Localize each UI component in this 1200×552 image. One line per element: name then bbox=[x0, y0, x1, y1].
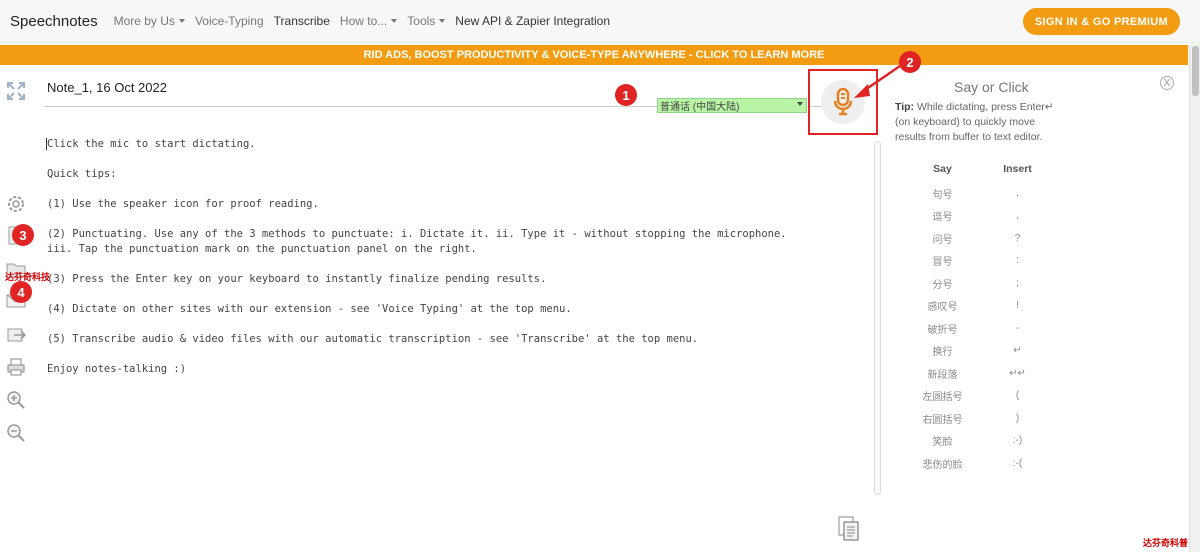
nav-item-label: Tools bbox=[407, 14, 436, 28]
editor-scrollbar[interactable] bbox=[874, 141, 881, 495]
punctuation-insert: ; bbox=[1016, 277, 1019, 289]
watermark-text: 达芬奇科技 bbox=[5, 273, 51, 283]
punctuation-insert: :-( bbox=[1012, 457, 1023, 469]
punctuation-row[interactable]: 逗号, bbox=[895, 205, 1065, 228]
nav-item-0[interactable]: More by Us bbox=[114, 14, 185, 28]
punctuation-row[interactable]: 冒号: bbox=[895, 250, 1065, 273]
punctuation-insert: :-) bbox=[1012, 435, 1023, 447]
punctuation-insert: - bbox=[1015, 322, 1020, 334]
nav-item-label: How to... bbox=[339, 14, 388, 28]
watermark-text-corner: 达芬奇科普 bbox=[1143, 539, 1189, 549]
punctuation-row[interactable]: 换行 ↵ bbox=[895, 340, 1065, 363]
note-title-input[interactable]: Note_1, 16 Oct 2022 bbox=[47, 80, 167, 95]
editor-line: (1) Use the speaker icon for proof readi… bbox=[47, 198, 319, 210]
punctuation-say: 新段落 bbox=[927, 369, 958, 381]
export-icon[interactable] bbox=[5, 323, 27, 345]
language-select[interactable]: 普通话 (中国大陆) bbox=[657, 98, 807, 113]
nav-item-5[interactable]: New API & Zapier Integration bbox=[455, 14, 610, 28]
punctuation-row[interactable]: 分号; bbox=[895, 272, 1065, 295]
say-column-header: Say bbox=[933, 163, 952, 175]
settings-icon[interactable] bbox=[5, 193, 27, 215]
punctuation-say: 冒号 bbox=[932, 257, 953, 269]
punctuation-say: 笑脸 bbox=[932, 437, 953, 449]
punctuation-say: 逗号 bbox=[932, 212, 953, 224]
editor-line: Quick tips: bbox=[47, 168, 117, 180]
editor-line: (2) Punctuating. Use any of the 3 method… bbox=[47, 228, 787, 255]
nav-item-1[interactable]: Voice-Typing bbox=[195, 14, 264, 28]
page-scrollbar-thumb[interactable] bbox=[1192, 46, 1199, 96]
brand-logo[interactable]: Speechnotes bbox=[10, 13, 98, 30]
punctuation-say: 感叹号 bbox=[927, 302, 958, 314]
punctuation-say: 破折号 bbox=[927, 324, 958, 336]
punctuation-row[interactable]: 新段落 ↵↵ bbox=[895, 362, 1065, 385]
zoom-in-icon[interactable] bbox=[5, 389, 27, 411]
punctuation-say: 换行 bbox=[932, 347, 953, 359]
punctuation-insert: , bbox=[1016, 210, 1019, 222]
punctuation-insert: : bbox=[1016, 255, 1019, 267]
punctuation-say: 悲伤的脸 bbox=[922, 459, 963, 471]
nav-item-2[interactable]: Transcribe bbox=[274, 14, 330, 28]
tip-text: While dictating, press Enter↵ (on keyboa… bbox=[895, 101, 1054, 143]
punctuation-row[interactable]: 左圆括号 ( bbox=[895, 385, 1065, 408]
punctuation-insert: ? bbox=[1014, 232, 1021, 244]
dictation-tip: Tip: While dictating, press Enter↵ (on k… bbox=[895, 100, 1065, 145]
panel-heading: Say or Click bbox=[954, 79, 1029, 95]
punctuation-header: Say Insert bbox=[895, 163, 1065, 175]
copy-icon[interactable] bbox=[838, 516, 860, 542]
annotation-badge-3: 3 bbox=[12, 224, 34, 246]
punctuation-insert: ↵↵ bbox=[1009, 367, 1026, 379]
annotation-badge-2: 2 bbox=[899, 51, 921, 73]
nav-item-3[interactable]: How to... bbox=[339, 14, 398, 28]
nav-item-label: More by Us bbox=[113, 14, 175, 28]
punctuation-insert: . bbox=[1016, 187, 1019, 199]
punctuation-row[interactable]: 悲伤的脸 :-( bbox=[895, 452, 1065, 475]
nav-item-label: Transcribe bbox=[273, 14, 330, 28]
editor-line: (3) Press the Enter key on your keyboard… bbox=[47, 273, 547, 285]
punctuation-say: 句号 bbox=[932, 189, 953, 201]
punctuation-insert: ! bbox=[1016, 300, 1019, 312]
punctuation-insert: ↵ bbox=[1013, 345, 1022, 357]
punctuation-row[interactable]: 感叹号! bbox=[895, 295, 1065, 318]
editor-line: Enjoy notes-talking :) bbox=[47, 363, 187, 375]
chevron-down-icon bbox=[797, 102, 803, 106]
tip-label: Tip: bbox=[895, 101, 915, 113]
close-panel-button[interactable]: X bbox=[1160, 76, 1174, 90]
caret-down-icon bbox=[439, 19, 446, 23]
punctuation-panel: Say Insert 句号. 逗号, 问号? 冒号: 分号; 感叹号! 破折号 - 换行 ↵ 新段落… bbox=[895, 163, 1065, 475]
punctuation-rows: 句号. 逗号, 问号? 冒号: 分号; 感叹号! 破折号 - 换行 ↵ 新段落 ↵↵ 左圆括号(右圆括号… bbox=[895, 182, 1065, 475]
editor-line: (4) Dictate on other sites with our exte… bbox=[47, 303, 572, 315]
punctuation-insert: ) bbox=[1015, 412, 1020, 424]
editor-line: (5) Transcribe audio & video files with … bbox=[47, 333, 699, 345]
punctuation-say: 问号 bbox=[932, 234, 953, 246]
insert-column-header: Insert bbox=[1003, 163, 1032, 175]
top-navbar: Speechnotes More by Us Voice-Typing Transc… bbox=[0, 0, 1200, 43]
language-select-value: 普通话 (中国大陆) bbox=[660, 102, 740, 113]
nav-item-4[interactable]: Tools bbox=[407, 14, 446, 28]
page-scrollbar[interactable] bbox=[1189, 44, 1200, 552]
zoom-out-icon[interactable] bbox=[5, 422, 27, 444]
punctuation-row[interactable]: 破折号 - bbox=[895, 317, 1065, 340]
punctuation-say: 左圆括号 bbox=[922, 392, 963, 404]
fullscreen-icon[interactable] bbox=[5, 80, 27, 102]
sign-in-premium-button[interactable]: SIGN IN & GO PREMIUM bbox=[1022, 8, 1180, 35]
print-icon[interactable] bbox=[5, 356, 27, 378]
editor-line: Click the mic to start dictating. bbox=[47, 138, 256, 150]
punctuation-say: 分号 bbox=[932, 279, 953, 291]
caret-down-icon bbox=[178, 19, 185, 23]
punctuation-row[interactable]: 问号? bbox=[895, 227, 1065, 250]
nav-menu: More by Us Voice-Typing Transcribe How to..… bbox=[114, 14, 620, 28]
punctuation-row[interactable]: 句号. bbox=[895, 182, 1065, 205]
text-editor[interactable]: Click the mic to start dictating. Quick t… bbox=[47, 137, 817, 392]
punctuation-insert: ( bbox=[1015, 390, 1020, 402]
annotation-badge-4: 4 bbox=[10, 281, 32, 303]
punctuation-row[interactable]: 笑脸 :-) bbox=[895, 430, 1065, 453]
nav-item-label: New API & Zapier Integration bbox=[455, 14, 611, 28]
caret-down-icon bbox=[391, 19, 398, 23]
punctuation-row[interactable]: 右圆括号) bbox=[895, 407, 1065, 430]
nav-item-label: Voice-Typing bbox=[194, 14, 264, 28]
annotation-badge-1: 1 bbox=[615, 84, 637, 106]
punctuation-say: 右圆括号 bbox=[922, 414, 963, 426]
promo-banner[interactable]: RID ADS, BOOST PRODUCTIVITY & VOICE-TYPE… bbox=[0, 45, 1188, 65]
